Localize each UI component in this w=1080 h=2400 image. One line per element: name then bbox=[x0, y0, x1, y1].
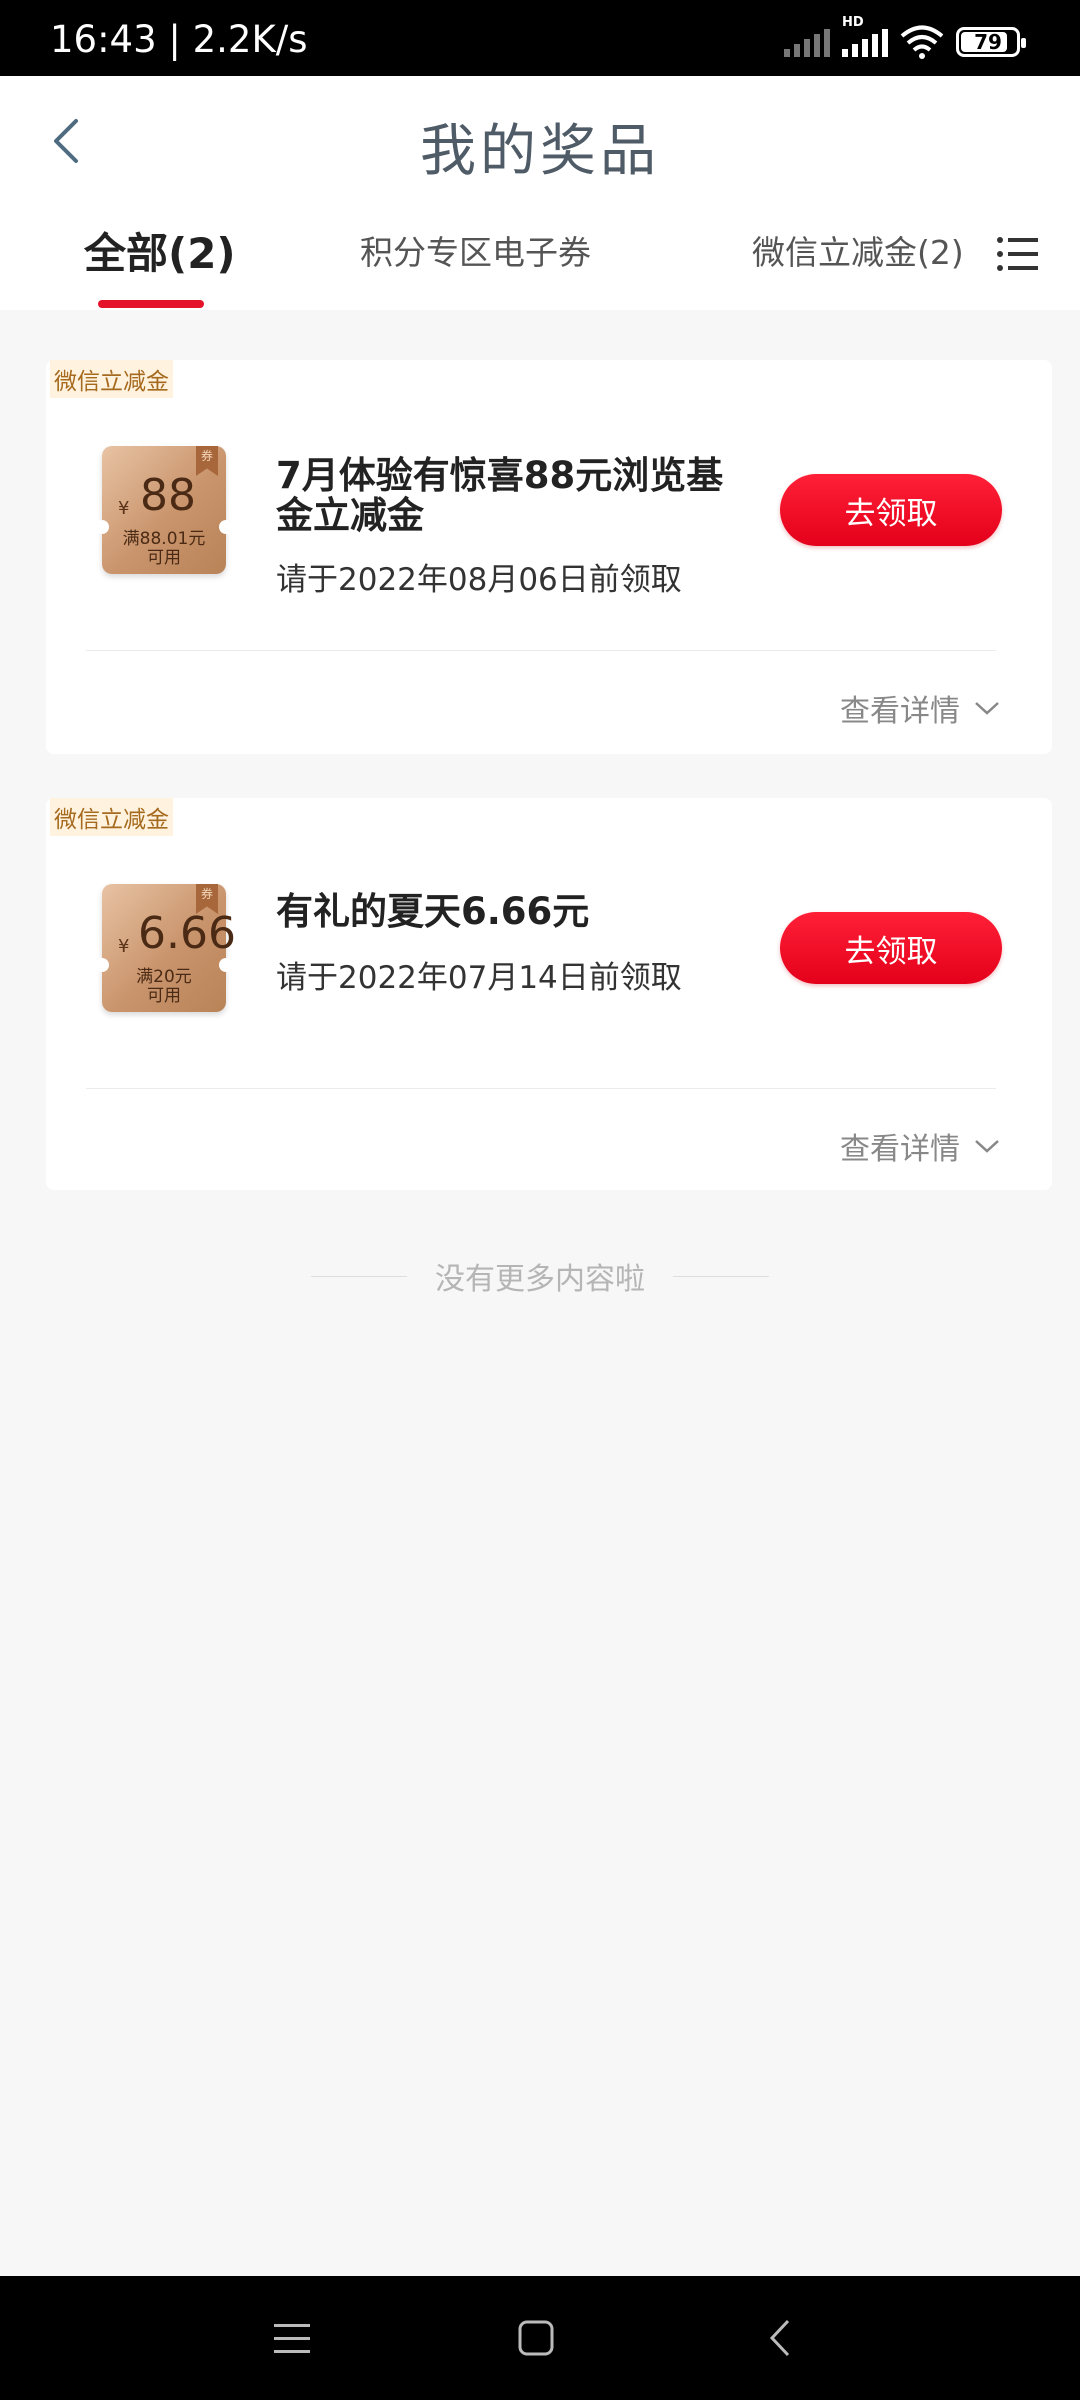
end-of-list: 没有更多内容啦 bbox=[0, 1254, 1080, 1298]
chevron-down-icon bbox=[975, 1140, 999, 1153]
end-of-list-text: 没有更多内容啦 bbox=[435, 1262, 645, 1297]
signal-icon-sim1 bbox=[784, 27, 830, 57]
chevron-left-icon bbox=[769, 2319, 790, 2357]
divider bbox=[673, 1275, 769, 1277]
hd-signal-icon: HD bbox=[842, 15, 888, 57]
prize-card: 微信立减金 券 ¥ 6.66 满20元 可用 有礼的夏天6.66元 请于2022… bbox=[46, 798, 1052, 1190]
system-back-button[interactable] bbox=[750, 2312, 810, 2364]
list-menu-icon bbox=[997, 237, 1038, 271]
coupon-icon: 券 ¥ 6.66 满20元 可用 bbox=[95, 884, 236, 1012]
tab-menu-button[interactable] bbox=[996, 234, 1040, 274]
status-time: 16:43 | 2.2K/s bbox=[50, 18, 308, 61]
divider bbox=[86, 650, 996, 651]
prize-card: 微信立减金 券 ¥ 88 满88.01元 可用 7月体验有惊喜88元浏览基金立减… bbox=[46, 360, 1052, 754]
battery-icon: 79 bbox=[956, 27, 1026, 57]
prize-deadline: 请于2022年07月14日前领取 bbox=[276, 960, 682, 996]
wifi-icon bbox=[900, 25, 944, 59]
home-button[interactable] bbox=[506, 2312, 566, 2364]
prize-deadline: 请于2022年08月06日前领取 bbox=[276, 562, 682, 598]
prize-category-tag: 微信立减金 bbox=[50, 360, 173, 398]
divider bbox=[311, 1275, 407, 1277]
coupon-condition: 满20元 可用 bbox=[136, 967, 192, 1006]
page-title: 我的奖品 bbox=[420, 119, 660, 184]
view-details-link[interactable]: 查看详情 bbox=[840, 686, 1000, 730]
tab-all[interactable]: 全部(2) bbox=[84, 220, 236, 281]
coupon-condition: 满88.01元 可用 bbox=[122, 529, 206, 568]
tab-bar: 全部(2) 积分专区电子券 微信立减金(2) bbox=[0, 206, 1080, 310]
divider bbox=[86, 1088, 996, 1089]
status-bar: 16:43 | 2.2K/s HD 79 bbox=[0, 0, 1080, 76]
tab-wechat-discount[interactable]: 微信立减金(2) bbox=[752, 226, 962, 274]
claim-button[interactable]: 去领取 bbox=[780, 912, 1002, 984]
coupon-amount: 88 bbox=[140, 470, 196, 521]
status-icons: HD 79 bbox=[784, 15, 1026, 62]
chevron-down-icon bbox=[975, 702, 999, 715]
header: 我的奖品 bbox=[0, 76, 1080, 206]
prize-title: 7月体验有惊喜88元浏览基金立减金 bbox=[276, 454, 724, 537]
view-details-link[interactable]: 查看详情 bbox=[840, 1124, 1000, 1168]
recent-apps-button[interactable] bbox=[262, 2312, 322, 2364]
prize-category-tag: 微信立减金 bbox=[50, 798, 173, 836]
square-home-icon bbox=[518, 2320, 554, 2356]
menu-icon bbox=[274, 2324, 310, 2353]
coupon-icon: 券 ¥ 88 满88.01元 可用 bbox=[95, 446, 233, 574]
tab-wechat-discount-clip: 微信立减金(2) bbox=[752, 226, 962, 276]
claim-button[interactable]: 去领取 bbox=[780, 474, 1002, 546]
active-tab-indicator bbox=[98, 300, 204, 308]
ticket-ribbon-icon: 券 bbox=[196, 446, 218, 476]
system-nav-bar bbox=[0, 2276, 1080, 2400]
coupon-amount: 6.66 bbox=[138, 908, 236, 959]
tab-points-vouchers[interactable]: 积分专区电子券 bbox=[360, 226, 591, 274]
prize-title: 有礼的夏天6.66元 bbox=[276, 890, 590, 933]
